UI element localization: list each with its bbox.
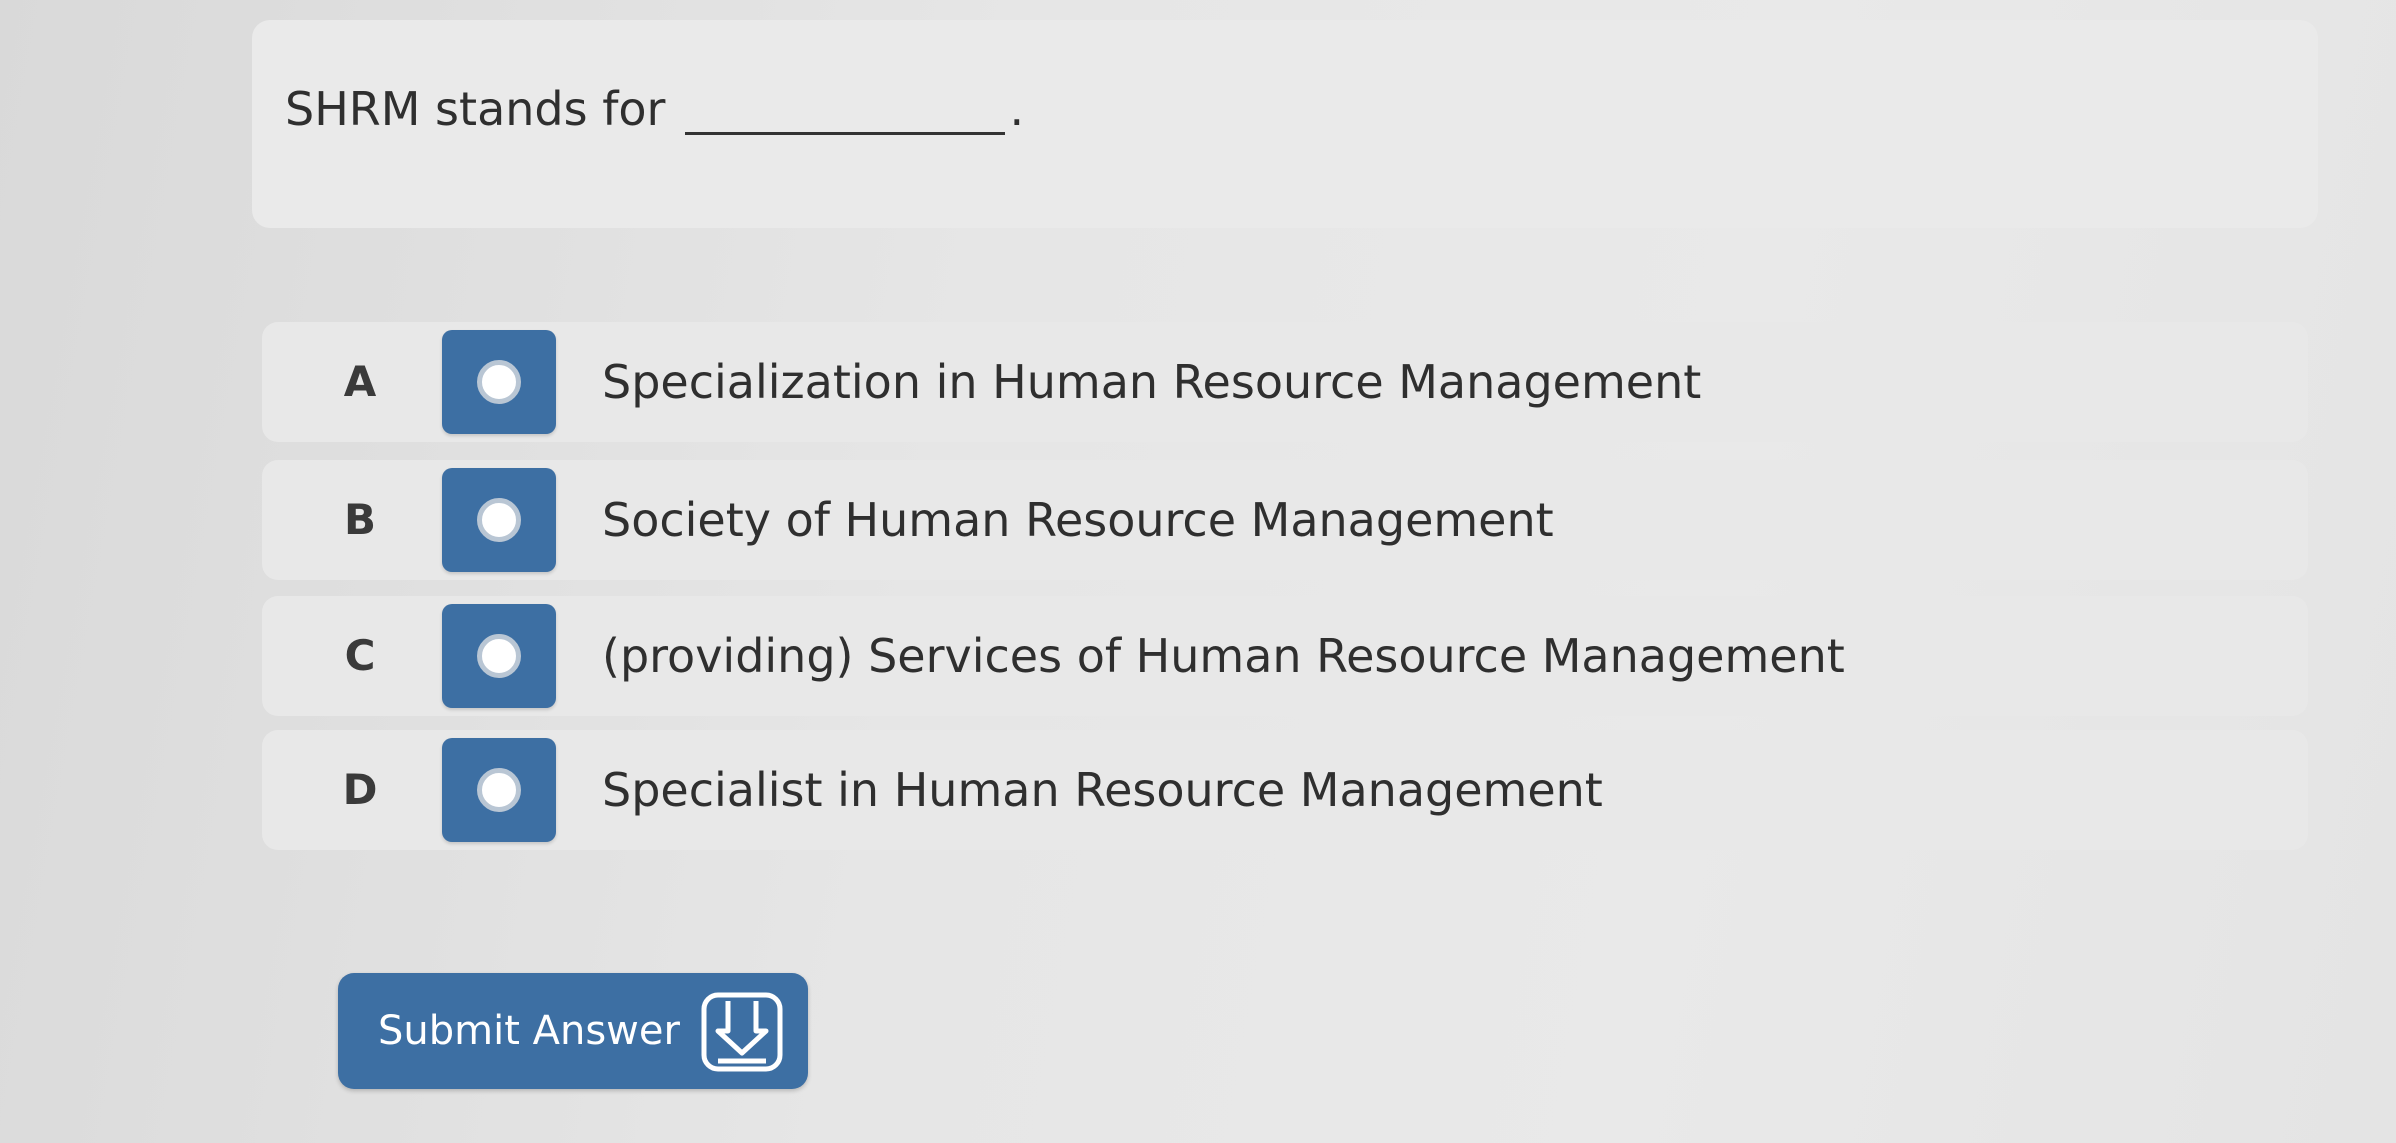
option-d-radio-button[interactable] <box>442 738 556 842</box>
radio-circle-icon <box>477 498 521 542</box>
question-prompt: SHRM stands for. <box>285 82 1024 136</box>
option-b-letter: B <box>343 495 376 544</box>
option-b-radio-button[interactable] <box>442 468 556 572</box>
option-c-radio-button[interactable] <box>442 604 556 708</box>
submit-answer-label: Submit Answer <box>378 1008 680 1054</box>
option-d-row[interactable]: D Specialist in Human Resource Managemen… <box>262 730 2308 850</box>
answer-blank <box>685 132 1006 135</box>
question-text: SHRM stands for <box>285 82 666 136</box>
option-c-text: (providing) Services of Human Resource M… <box>602 629 1845 683</box>
option-a-text: Specialization in Human Resource Managem… <box>602 355 1702 409</box>
radio-circle-icon <box>477 634 521 678</box>
radio-circle-icon <box>477 360 521 404</box>
submit-answer-button[interactable]: Submit Answer <box>338 973 808 1089</box>
option-b-row[interactable]: B Society of Human Resource Management <box>262 460 2308 580</box>
option-b-text: Society of Human Resource Management <box>602 493 1554 547</box>
question-period: . <box>1009 82 1025 136</box>
radio-circle-icon <box>477 768 521 812</box>
submit-tray-icon <box>701 992 783 1072</box>
option-a-row[interactable]: A Specialization in Human Resource Manag… <box>262 322 2308 442</box>
option-d-text: Specialist in Human Resource Management <box>602 763 1603 817</box>
option-a-radio-button[interactable] <box>442 330 556 434</box>
option-a-letter: A <box>343 357 377 406</box>
option-c-letter: C <box>344 631 376 680</box>
option-d-letter: D <box>342 765 378 814</box>
option-c-row[interactable]: C (providing) Services of Human Resource… <box>262 596 2308 716</box>
